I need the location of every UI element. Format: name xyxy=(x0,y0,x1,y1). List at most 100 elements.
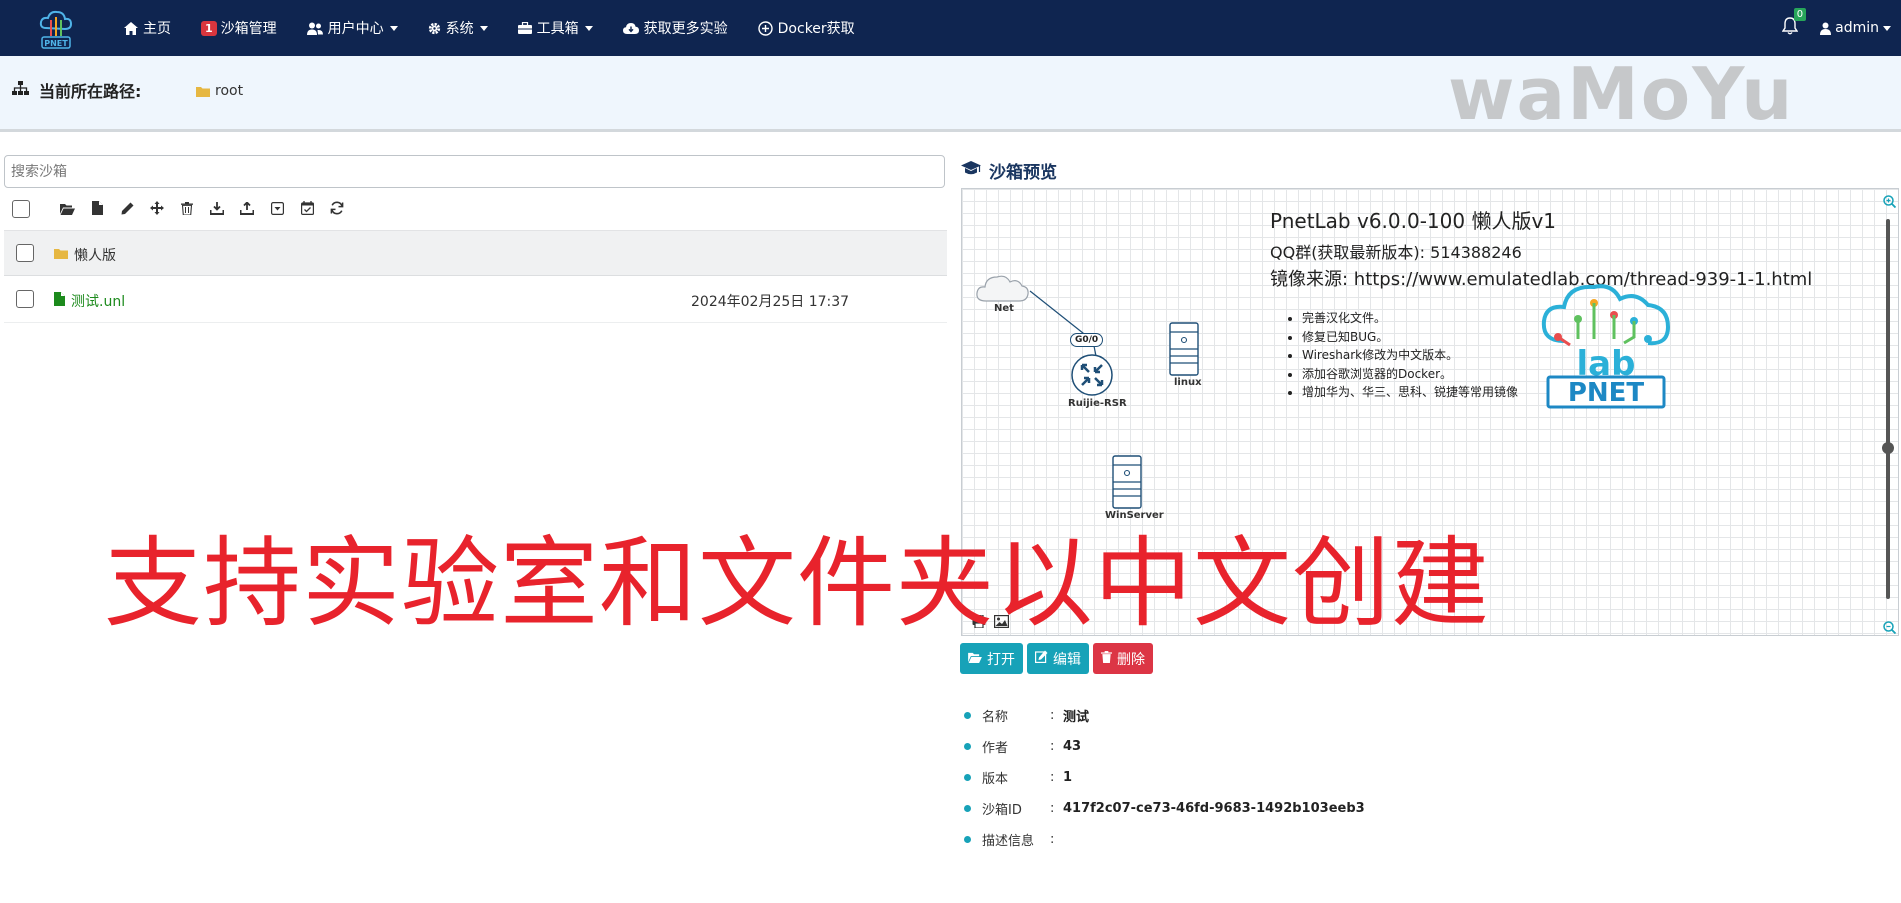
lab-file-name[interactable]: 测试.unl xyxy=(54,291,125,311)
folder-open-icon xyxy=(968,651,982,667)
breadcrumb-root-label: root xyxy=(215,83,244,99)
node-linux-label: linux xyxy=(1174,377,1202,388)
move-icon xyxy=(150,200,164,219)
lab-note: Wireshark修改为中文版本。 xyxy=(1302,346,1518,365)
delete-lab-button[interactable]: 删除 xyxy=(1093,643,1153,674)
folder-name[interactable]: 懒人版 xyxy=(54,245,116,265)
bullet-icon xyxy=(964,712,971,719)
folder-open-icon xyxy=(59,200,75,219)
path-title-text: 当前所在路径: xyxy=(39,82,142,101)
lab-file-name-text: 测试.unl xyxy=(71,294,126,310)
breadcrumb: 当前所在路径: root waMoYu xyxy=(0,56,1901,132)
cloud-icon xyxy=(976,275,1029,302)
file-toolbar xyxy=(12,198,352,220)
row-checkbox[interactable] xyxy=(16,244,34,262)
nav-home[interactable]: 主页 xyxy=(124,18,171,38)
trash-icon xyxy=(181,200,193,219)
property-row: 描述信息 : xyxy=(964,824,1365,855)
graduation-cap-icon xyxy=(961,160,981,181)
nav-docker[interactable]: Docker获取 xyxy=(757,18,855,38)
refresh-button[interactable] xyxy=(322,200,352,219)
list-item-lab[interactable]: 测试.unl 2024年02月25日 17:37 xyxy=(4,277,947,323)
lab-title-text: PnetLab v6.0.0-100 懒人版v1 xyxy=(1270,209,1557,233)
cloud-download-icon xyxy=(622,22,639,34)
pnet-brand-logo[interactable]: PNET xyxy=(36,6,76,50)
dropdown-select-button[interactable] xyxy=(262,200,292,219)
edit-lab-button[interactable]: 编辑 xyxy=(1027,643,1089,674)
rename-button[interactable] xyxy=(112,200,142,219)
nav-system[interactable]: 系统 xyxy=(428,18,488,38)
property-key: 描述信息 xyxy=(982,834,1035,849)
router-icon xyxy=(1071,354,1113,396)
nav-more-labs-label: 获取更多实验 xyxy=(643,21,728,37)
node-cloud-label: Net xyxy=(994,303,1014,314)
nav-sandbox-manage[interactable]: 1 沙箱管理 xyxy=(201,18,277,38)
lab-note: 完善汉化文件。 xyxy=(1302,309,1518,328)
zoom-out-icon xyxy=(1883,619,1897,635)
zoom-out-button[interactable] xyxy=(1883,619,1897,635)
file-icon xyxy=(91,200,103,219)
search-input[interactable] xyxy=(4,155,945,188)
delete-lab-label: 删除 xyxy=(1117,651,1145,668)
property-key: 沙箱ID xyxy=(982,803,1022,818)
property-row: 作者 : 43 xyxy=(964,731,1365,762)
node-linux[interactable]: linux xyxy=(1169,322,1202,388)
server-icon xyxy=(1169,322,1199,376)
property-value: 417f2c07-ce73-46fd-9683-1492b103eeb3 xyxy=(1063,801,1365,816)
zoom-slider-track[interactable] xyxy=(1886,219,1890,599)
refresh-icon xyxy=(330,200,344,219)
list-item-folder[interactable]: 懒人版 xyxy=(4,230,947,276)
plus-circle-icon xyxy=(757,20,773,36)
export-button[interactable] xyxy=(232,200,262,219)
user-menu[interactable]: admin xyxy=(1820,20,1891,36)
chevron-down-icon xyxy=(584,25,593,31)
bullet-icon xyxy=(964,836,971,843)
nav-docker-label: Docker获取 xyxy=(777,21,855,37)
watermark-text: waMoYu xyxy=(1448,52,1795,136)
bullet-icon xyxy=(964,774,971,781)
bullet-icon xyxy=(964,743,971,750)
nav-more-labs[interactable]: 获取更多实验 xyxy=(622,18,728,38)
toolbox-icon xyxy=(517,22,532,34)
svg-text:PNET: PNET xyxy=(44,39,68,48)
lab-note: 添加谷歌浏览器的Docker。 xyxy=(1302,365,1518,384)
select-all-checkbox[interactable] xyxy=(12,200,30,218)
schedule-button[interactable] xyxy=(292,200,322,219)
zoom-slider-handle[interactable] xyxy=(1882,442,1894,454)
row-checkbox[interactable] xyxy=(16,290,34,308)
import-button[interactable] xyxy=(202,200,232,219)
chevron-down-icon xyxy=(389,25,398,31)
nav-user-center[interactable]: 用户中心 xyxy=(306,18,398,38)
file-icon xyxy=(54,292,65,310)
home-icon xyxy=(124,21,138,35)
lab-file-date: 2024年02月25日 17:37 xyxy=(691,294,850,310)
nav-toolbox[interactable]: 工具箱 xyxy=(517,18,593,38)
notifications-button[interactable]: 0 xyxy=(1781,8,1807,39)
node-router[interactable]: Ruijie-RSR xyxy=(1068,353,1127,409)
node-winserver[interactable]: WinServer xyxy=(1105,455,1164,521)
breadcrumb-root[interactable]: root xyxy=(196,83,243,99)
chevron-down-icon xyxy=(479,25,488,31)
nav-toolbox-label: 工具箱 xyxy=(536,21,579,37)
delete-button[interactable] xyxy=(172,200,202,219)
node-winserver-label: WinServer xyxy=(1105,510,1164,521)
property-value: 43 xyxy=(1063,739,1082,754)
open-lab-button[interactable]: 打开 xyxy=(960,643,1023,674)
pencil-icon xyxy=(121,200,134,219)
node-cloud[interactable]: Net xyxy=(974,269,1030,314)
folder-icon xyxy=(196,86,210,97)
open-folder-button[interactable] xyxy=(52,200,82,219)
new-file-button[interactable] xyxy=(82,200,112,219)
property-row: 名称 : 测试 xyxy=(964,700,1365,731)
preview-title-text: 沙箱预览 xyxy=(989,163,1057,183)
nav-system-label: 系统 xyxy=(445,21,474,37)
move-button[interactable] xyxy=(142,200,172,219)
lab-actions: 打开 编辑 删除 xyxy=(960,643,1157,674)
pnet-lab-logo: lab PNET xyxy=(1536,279,1676,423)
property-row: 版本 : 1 xyxy=(964,762,1365,793)
trash-icon xyxy=(1101,650,1112,667)
top-navbar: PNET 主页 1 沙箱管理 用户中心 系统 工具箱 获取更多实验 Docker… xyxy=(0,0,1901,56)
zoom-in-button[interactable] xyxy=(1883,193,1897,212)
property-key: 版本 xyxy=(982,772,1009,787)
folder-icon xyxy=(54,247,68,263)
